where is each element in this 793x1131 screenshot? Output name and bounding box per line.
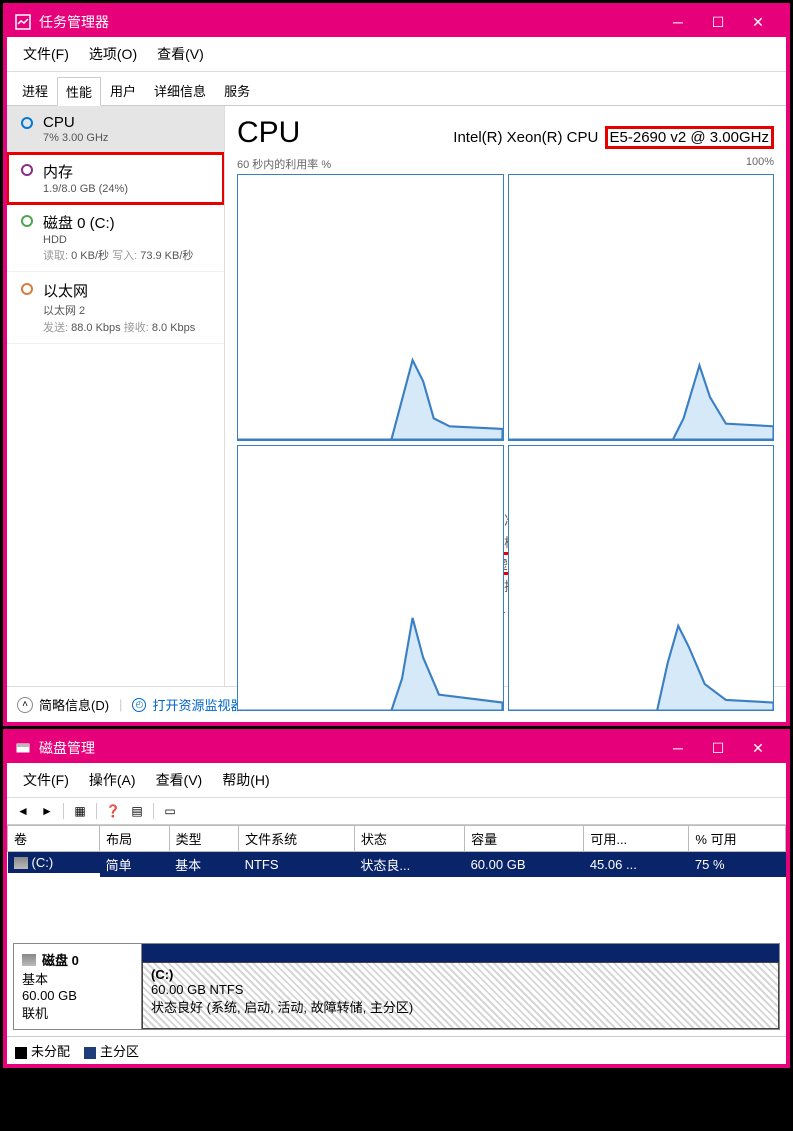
cpu-model: Intel(R) Xeon(R) CPU E5-2690 v2 @ 3.00GH… bbox=[453, 129, 774, 146]
sidebar-disk-sub1: HDD bbox=[43, 234, 193, 246]
toolbar-btn-3[interactable]: ▤ bbox=[126, 801, 148, 821]
disk-menu-help[interactable]: 帮助(H) bbox=[212, 767, 279, 793]
toolbar-btn-1[interactable]: ▦ bbox=[69, 801, 91, 821]
toolbar-btn-4[interactable]: ▭ bbox=[159, 801, 181, 821]
brief-info-link[interactable]: 简略信息(D) bbox=[39, 695, 109, 714]
graph-label-left: 60 秒内的利用率 % bbox=[237, 156, 331, 172]
titlebar-disk[interactable]: 磁盘管理 ─ ☐ ✕ bbox=[7, 733, 786, 763]
partition-c[interactable]: (C:) 60.00 GB NTFS 状态良好 (系统, 启动, 活动, 故障转… bbox=[142, 962, 779, 1029]
partition-info: 60.00 GB NTFS bbox=[151, 982, 770, 997]
disk-menu-view[interactable]: 查看(V) bbox=[146, 767, 213, 793]
sidebar-disk-label: 磁盘 0 (C:) bbox=[43, 212, 193, 233]
sidebar-memory-label: 内存 bbox=[43, 161, 128, 182]
resource-monitor-icon: ◴ bbox=[132, 698, 146, 712]
volume-row-c[interactable]: (C:) 简单 基本 NTFS 状态良... 60.00 GB 45.06 ..… bbox=[8, 852, 786, 878]
disk-maximize-button[interactable]: ☐ bbox=[698, 740, 738, 757]
cpu-graph-grid bbox=[237, 174, 774, 494]
sidebar-cpu-label: CPU bbox=[43, 114, 108, 131]
toolbar-btn-2[interactable]: ❓ bbox=[102, 801, 124, 821]
disk-menu-bar: 文件(F) 操作(A) 查看(V) 帮助(H) bbox=[7, 763, 786, 798]
disk-app-icon bbox=[15, 740, 31, 756]
sidebar-disk-sub2: 读取: 0 KB/秒 写入: 73.9 KB/秒 bbox=[43, 247, 193, 263]
chevron-up-icon[interactable]: ˄ bbox=[17, 697, 33, 713]
cpu-heading: CPU bbox=[237, 116, 300, 150]
titlebar[interactable]: 任务管理器 ─ ☐ ✕ bbox=[7, 7, 786, 37]
disk-size: 60.00 GB bbox=[22, 988, 133, 1003]
disk-management-window: 磁盘管理 ─ ☐ ✕ 文件(F) 操作(A) 查看(V) 帮助(H) ◄ ► ▦… bbox=[3, 729, 790, 1068]
col-status[interactable]: 状态 bbox=[354, 826, 464, 852]
col-pctfree[interactable]: % 可用 bbox=[689, 826, 786, 852]
cpu-graph-0[interactable] bbox=[237, 174, 504, 441]
forward-button[interactable]: ► bbox=[36, 801, 58, 821]
sidebar-eth-label: 以太网 bbox=[43, 280, 195, 301]
disk-icon bbox=[21, 215, 33, 227]
menu-options[interactable]: 选项(O) bbox=[79, 41, 147, 67]
disk-type: 基本 bbox=[22, 969, 133, 988]
col-free[interactable]: 可用... bbox=[584, 826, 689, 852]
menu-view[interactable]: 查看(V) bbox=[147, 41, 214, 67]
col-layout[interactable]: 布局 bbox=[100, 826, 170, 852]
resource-monitor-link[interactable]: 打开资源监视器 bbox=[152, 695, 243, 714]
app-icon bbox=[15, 14, 31, 30]
graph-label-right: 100% bbox=[746, 156, 774, 172]
sidebar-item-ethernet[interactable]: 以太网 以太网 2 发送: 88.0 Kbps 接收: 8.0 Kbps bbox=[7, 272, 224, 344]
ethernet-icon bbox=[21, 283, 33, 295]
cpu-icon bbox=[21, 117, 33, 129]
disk-info-left[interactable]: 磁盘 0 基本 60.00 GB 联机 bbox=[14, 944, 142, 1029]
disk-window-title: 磁盘管理 bbox=[39, 738, 658, 758]
tab-processes[interactable]: 进程 bbox=[13, 76, 57, 105]
window-title: 任务管理器 bbox=[39, 12, 658, 32]
sidebar-memory-sub: 1.9/8.0 GB (24%) bbox=[43, 183, 128, 195]
tab-users[interactable]: 用户 bbox=[101, 76, 145, 105]
cpu-graph-3[interactable] bbox=[508, 445, 775, 712]
memory-icon bbox=[21, 164, 33, 176]
volume-icon bbox=[14, 857, 28, 869]
sidebar-item-cpu[interactable]: CPU 7% 3.00 GHz bbox=[7, 106, 224, 153]
col-fs[interactable]: 文件系统 bbox=[239, 826, 355, 852]
col-capacity[interactable]: 容量 bbox=[465, 826, 584, 852]
sidebar-item-memory[interactable]: 内存 1.9/8.0 GB (24%) bbox=[7, 153, 224, 204]
legend-swatch-primary bbox=[84, 1047, 96, 1059]
performance-sidebar: CPU 7% 3.00 GHz 内存 1.9/8.0 GB (24%) 磁盘 0… bbox=[7, 106, 225, 686]
cpu-graph-2[interactable] bbox=[237, 445, 504, 712]
disk-graphical-panel: 磁盘 0 基本 60.00 GB 联机 (C:) 60.00 GB NTFS 状… bbox=[13, 943, 780, 1030]
sidebar-cpu-sub: 7% 3.00 GHz bbox=[43, 132, 108, 144]
tab-bar: 进程 性能 用户 详细信息 服务 bbox=[7, 72, 786, 106]
disk-minimize-button[interactable]: ─ bbox=[658, 740, 698, 756]
menu-bar: 文件(F) 选项(O) 查看(V) bbox=[7, 37, 786, 72]
close-button[interactable]: ✕ bbox=[738, 14, 778, 31]
legend-primary: 主分区 bbox=[100, 1044, 139, 1059]
sidebar-eth-sub2: 发送: 88.0 Kbps 接收: 8.0 Kbps bbox=[43, 319, 195, 335]
tab-details[interactable]: 详细信息 bbox=[145, 76, 215, 105]
physical-disk-icon bbox=[22, 954, 36, 966]
disk-toolbar: ◄ ► ▦ ❓ ▤ ▭ bbox=[7, 798, 786, 825]
cpu-panel: CPU Intel(R) Xeon(R) CPU E5-2690 v2 @ 3.… bbox=[225, 106, 786, 686]
disk-menu-action[interactable]: 操作(A) bbox=[79, 767, 146, 793]
disk-close-button[interactable]: ✕ bbox=[738, 740, 778, 757]
menu-file[interactable]: 文件(F) bbox=[13, 41, 79, 67]
volume-table[interactable]: 卷 布局 类型 文件系统 状态 容量 可用... % 可用 (C:) 简单 基本… bbox=[7, 825, 786, 877]
disk-status: 联机 bbox=[22, 1003, 133, 1022]
minimize-button[interactable]: ─ bbox=[658, 14, 698, 30]
partition-label: (C:) bbox=[151, 967, 770, 982]
back-button[interactable]: ◄ bbox=[12, 801, 34, 821]
sidebar-eth-sub1: 以太网 2 bbox=[43, 302, 195, 318]
disk-legend: 未分配 主分区 bbox=[7, 1036, 786, 1064]
legend-swatch-unallocated bbox=[15, 1047, 27, 1059]
tab-services[interactable]: 服务 bbox=[215, 76, 259, 105]
maximize-button[interactable]: ☐ bbox=[698, 14, 738, 31]
cpu-graph-1[interactable] bbox=[508, 174, 775, 441]
task-manager-window: 任务管理器 ─ ☐ ✕ 文件(F) 选项(O) 查看(V) 进程 性能 用户 详… bbox=[3, 3, 790, 726]
disk-menu-file[interactable]: 文件(F) bbox=[13, 767, 79, 793]
partition-selection-bar bbox=[142, 944, 779, 962]
col-volume[interactable]: 卷 bbox=[8, 826, 100, 852]
sidebar-item-disk[interactable]: 磁盘 0 (C:) HDD 读取: 0 KB/秒 写入: 73.9 KB/秒 bbox=[7, 204, 224, 272]
partition-status: 状态良好 (系统, 启动, 活动, 故障转储, 主分区) bbox=[151, 997, 770, 1016]
tab-performance[interactable]: 性能 bbox=[57, 77, 101, 106]
legend-unallocated: 未分配 bbox=[31, 1044, 70, 1059]
col-type[interactable]: 类型 bbox=[169, 826, 239, 852]
